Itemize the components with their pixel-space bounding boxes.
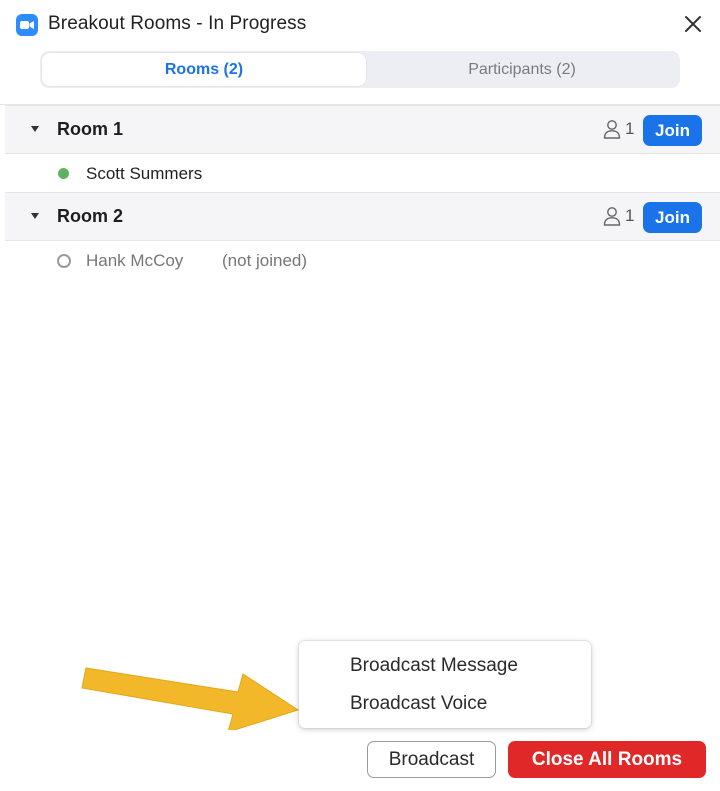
room-name: Room 1 — [57, 119, 124, 139]
menu-item-broadcast-voice[interactable]: Broadcast Voice — [350, 693, 487, 715]
tab-bar: Rooms (2) Participants (2) — [40, 51, 680, 88]
participant-name: Scott Summers — [86, 164, 203, 183]
participant-name: Hank McCoy — [86, 251, 184, 270]
pointer-arrow-icon — [81, 667, 300, 730]
participant-row: Hank McCoy (not joined) — [0, 240, 720, 280]
window-title: Breakout Rooms - In Progress — [48, 13, 307, 34]
person-icon — [603, 120, 621, 139]
room-row-room-2[interactable]: Room 2 1 Join — [5, 192, 720, 241]
room-name: Room 2 — [57, 206, 124, 226]
tab-participants[interactable]: Participants (2) — [366, 53, 678, 86]
participant-status: (not joined) — [222, 251, 308, 270]
breakout-rooms-window: Breakout Rooms - In Progress Rooms (2) P… — [0, 0, 720, 791]
tab-rooms[interactable]: Rooms (2) — [42, 53, 366, 86]
caret-down-icon[interactable] — [31, 126, 39, 132]
participant-row: Scott Summers — [0, 153, 720, 193]
title-bar: Breakout Rooms - In Progress — [0, 0, 720, 48]
broadcast-menu: Broadcast Message Broadcast Voice — [299, 641, 591, 728]
person-icon — [603, 207, 621, 226]
join-room-1-button[interactable]: Join — [643, 115, 702, 146]
menu-item-broadcast-message[interactable]: Broadcast Message — [350, 655, 518, 677]
caret-down-icon[interactable] — [31, 213, 39, 219]
video-camera-icon — [16, 14, 38, 36]
close-all-rooms-button[interactable]: Close All Rooms — [508, 741, 706, 778]
status-dot-icon — [58, 168, 69, 179]
room-participant-count: 1 — [625, 119, 635, 138]
room-row-room-1[interactable]: Room 1 1 Join — [5, 105, 720, 154]
broadcast-button[interactable]: Broadcast — [367, 741, 496, 778]
join-room-2-button[interactable]: Join — [643, 202, 702, 233]
close-icon[interactable] — [681, 12, 705, 36]
status-dot-icon — [57, 254, 71, 268]
room-participant-count: 1 — [625, 206, 635, 225]
